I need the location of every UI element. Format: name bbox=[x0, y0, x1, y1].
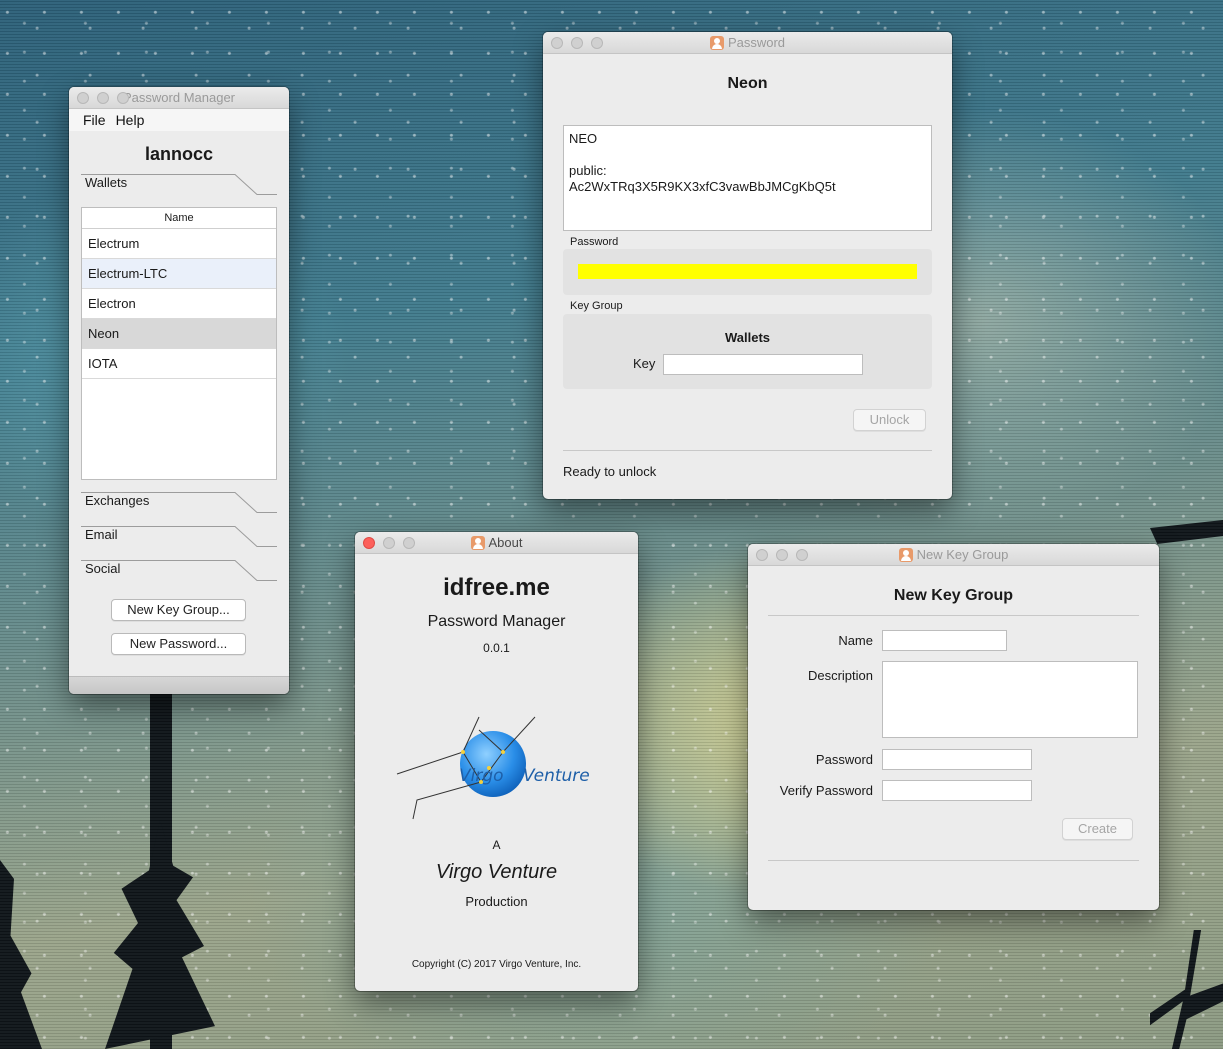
window-controls bbox=[756, 549, 808, 561]
about-window: About idfree.me Password Manager 0.0.1 V… bbox=[355, 532, 638, 991]
window-title: Password bbox=[727, 35, 786, 50]
password-titlebar[interactable]: Password bbox=[543, 32, 952, 54]
notes-line-3: Ac2WxTRq3X5R9KX3xfC3vawBbJMCgKbQ5t bbox=[569, 179, 836, 194]
new-key-group-heading: New Key Group bbox=[893, 587, 1014, 604]
user-name: lannocc bbox=[144, 144, 214, 164]
list-item-iota[interactable]: IOTA bbox=[82, 349, 276, 379]
table-header-name[interactable]: Name bbox=[82, 208, 276, 229]
description-textarea[interactable] bbox=[882, 661, 1138, 738]
minimize-button[interactable] bbox=[97, 92, 109, 104]
virgo-venture-logo: Virgo Venture bbox=[396, 716, 590, 820]
key-input[interactable] bbox=[663, 354, 863, 375]
about-company: Virgo Venture bbox=[435, 861, 558, 883]
section-email-frame bbox=[81, 526, 277, 547]
password-input[interactable] bbox=[882, 749, 1032, 770]
password-manager-titlebar[interactable]: Password Manager bbox=[69, 87, 289, 109]
list-item-electrum-ltc[interactable]: Electrum-LTC bbox=[82, 259, 276, 289]
zoom-button[interactable] bbox=[403, 537, 415, 549]
status-text: Ready to unlock bbox=[563, 464, 657, 479]
window-title: Password Manager bbox=[123, 90, 235, 105]
section-social[interactable]: Social bbox=[81, 560, 277, 582]
minimize-button[interactable] bbox=[776, 549, 788, 561]
window-controls bbox=[363, 537, 415, 549]
name-input[interactable] bbox=[882, 630, 1007, 651]
verify-password-label: Verify Password bbox=[779, 783, 873, 798]
zoom-button[interactable] bbox=[117, 92, 129, 104]
description-label: Description bbox=[807, 668, 873, 683]
password-heading: Neon bbox=[727, 75, 768, 92]
password-label: Password bbox=[815, 752, 873, 767]
list-item-electrum[interactable]: Electrum bbox=[82, 229, 276, 259]
about-titlebar[interactable]: About bbox=[355, 532, 638, 554]
about-copyright: Copyright (C) 2017 Virgo Venture, Inc. bbox=[411, 959, 582, 970]
window-footer bbox=[69, 676, 289, 694]
app-icon bbox=[470, 535, 485, 550]
app-icon bbox=[709, 35, 724, 50]
key-group-name: Wallets bbox=[724, 330, 771, 345]
close-button[interactable] bbox=[756, 549, 768, 561]
menu-bar: File Help bbox=[69, 109, 289, 131]
heading-divider bbox=[768, 615, 1139, 616]
minimize-button[interactable] bbox=[571, 37, 583, 49]
password-label: Password bbox=[570, 236, 619, 248]
new-key-group-titlebar[interactable]: New Key Group bbox=[748, 544, 1159, 566]
minimize-button[interactable] bbox=[383, 537, 395, 549]
section-wallets-frame bbox=[81, 174, 277, 195]
password-window: Password Neon NEO public: Ac2WxTRq3X5R9K… bbox=[543, 32, 952, 499]
notes-line-2: public: bbox=[569, 163, 607, 178]
close-button[interactable] bbox=[77, 92, 89, 104]
window-title: New Key Group bbox=[916, 547, 1009, 562]
new-password-button[interactable]: New Password... bbox=[111, 633, 246, 655]
verify-password-input[interactable] bbox=[882, 780, 1032, 801]
key-group-box: Wallets Key bbox=[563, 314, 932, 389]
about-product: Password Manager bbox=[427, 613, 566, 630]
section-email[interactable]: Email bbox=[81, 526, 277, 548]
window-controls bbox=[551, 37, 603, 49]
menu-help[interactable]: Help bbox=[116, 109, 145, 131]
password-manager-window: Password Manager File Help lannocc Walle… bbox=[69, 87, 289, 694]
app-icon bbox=[898, 547, 913, 562]
section-exchanges[interactable]: Exchanges bbox=[81, 492, 277, 514]
notes-blank-line bbox=[569, 147, 926, 163]
section-wallets[interactable]: Wallets bbox=[81, 174, 277, 196]
logo-venture-text: Venture bbox=[523, 766, 590, 786]
key-field-label: Key bbox=[633, 356, 656, 371]
new-key-group-button[interactable]: New Key Group... bbox=[111, 599, 246, 621]
footer-divider bbox=[768, 860, 1139, 861]
create-button[interactable]: Create bbox=[1062, 818, 1133, 840]
password-group-box bbox=[563, 249, 932, 295]
unlock-button[interactable]: Unlock bbox=[853, 409, 926, 431]
window-controls bbox=[77, 92, 129, 104]
zoom-button[interactable] bbox=[796, 549, 808, 561]
about-app-name: idfree.me bbox=[443, 574, 550, 601]
about-a-label: A bbox=[492, 838, 501, 852]
status-divider bbox=[563, 450, 932, 451]
new-key-group-window: New Key Group New Key Group Name Descrip… bbox=[748, 544, 1159, 910]
close-button[interactable] bbox=[551, 37, 563, 49]
notes-line-1: NEO bbox=[569, 131, 598, 146]
zoom-button[interactable] bbox=[591, 37, 603, 49]
password-strength-bar bbox=[578, 264, 917, 279]
key-group-label: Key Group bbox=[570, 300, 623, 312]
list-item-electron[interactable]: Electron bbox=[82, 289, 276, 319]
logo-virgo-text: Virgo bbox=[459, 766, 504, 786]
about-version: 0.0.1 bbox=[483, 641, 510, 655]
about-production: Production bbox=[465, 894, 528, 909]
wallets-table[interactable]: Name Electrum Electrum-LTC Electron Neon… bbox=[81, 207, 277, 480]
name-label: Name bbox=[838, 633, 873, 648]
section-exchanges-frame bbox=[81, 492, 277, 513]
menu-file[interactable]: File bbox=[83, 109, 106, 131]
list-item-neon[interactable]: Neon bbox=[82, 319, 276, 349]
section-social-frame bbox=[81, 560, 277, 581]
window-title: About bbox=[488, 535, 523, 550]
close-button[interactable] bbox=[363, 537, 375, 549]
notes-textarea[interactable]: NEO public: Ac2WxTRq3X5R9KX3xfC3vawBbJMC… bbox=[563, 125, 932, 231]
